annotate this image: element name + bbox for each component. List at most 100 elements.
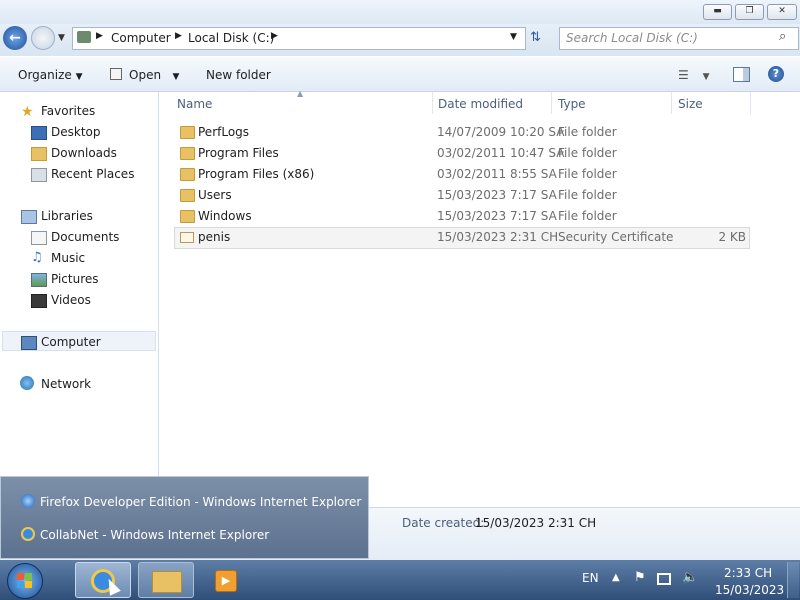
certificate-icon — [180, 232, 194, 243]
column-header-size[interactable]: Size — [678, 97, 703, 111]
search-input[interactable]: Search Local Disk (C:) — [566, 31, 698, 45]
table-row[interactable]: Program Files (x86) 03/02/2011 8:55 SA F… — [174, 164, 748, 184]
windows-logo-icon — [17, 573, 24, 580]
action-center-flag-icon[interactable]: ⚑ — [634, 570, 646, 585]
sidebar-item-music[interactable]: Music — [51, 251, 85, 265]
folder-icon — [152, 571, 182, 593]
column-header-type[interactable]: Type — [558, 97, 586, 111]
file-type: File folder — [558, 188, 617, 202]
file-name: Windows — [198, 209, 252, 223]
windows-logo-icon — [17, 581, 24, 588]
folder-icon — [180, 168, 195, 181]
sidebar-item-desktop[interactable]: Desktop — [51, 125, 101, 139]
column-divider[interactable] — [551, 92, 552, 114]
chevron-right-icon[interactable]: ▶ — [271, 31, 278, 41]
table-row-selected[interactable]: penis 15/03/2023 2:31 CH Security Certif… — [174, 227, 750, 249]
folder-icon — [180, 189, 195, 202]
window-list-item[interactable]: Firefox Developer Edition - Windows Inte… — [40, 495, 361, 509]
breadcrumb-computer[interactable]: Computer — [111, 31, 171, 45]
file-date-modified: 03/02/2011 8:55 SA — [437, 167, 557, 181]
windows-logo-icon — [25, 581, 32, 588]
sidebar-item-downloads[interactable]: Downloads — [51, 146, 117, 160]
file-size: 2 KB — [718, 230, 746, 244]
show-desktop-button[interactable] — [787, 562, 799, 598]
file-date-modified: 14/07/2009 10:20 SA — [437, 125, 565, 139]
sidebar-item-favorites[interactable]: Favorites — [41, 104, 95, 118]
clock-time[interactable]: 2:33 CH — [724, 566, 772, 580]
downloads-icon — [31, 147, 47, 161]
refresh-icon[interactable]: ⇅ — [530, 30, 541, 45]
clock-date[interactable]: 15/03/2023 — [715, 583, 784, 597]
file-type: File folder — [558, 209, 617, 223]
file-type: File folder — [558, 146, 617, 160]
back-button[interactable]: ← — [3, 26, 27, 50]
column-header-date-modified[interactable]: Date modified — [438, 97, 523, 111]
file-date-modified: 15/03/2023 7:17 SA — [437, 188, 557, 202]
sidebar-item-libraries[interactable]: Libraries — [41, 209, 93, 223]
table-row[interactable]: Program Files 03/02/2011 10:47 SA File f… — [174, 143, 748, 163]
title-bar — [0, 0, 800, 24]
file-type: File folder — [558, 125, 617, 139]
sidebar-item-recent-places[interactable]: Recent Places — [51, 167, 134, 181]
file-name: Program Files (x86) — [198, 167, 315, 181]
sidebar-item-documents[interactable]: Documents — [51, 230, 119, 244]
column-header-name[interactable]: Name — [177, 97, 212, 111]
column-divider[interactable] — [432, 92, 433, 114]
taskbar-windows-explorer[interactable] — [138, 562, 194, 598]
table-row[interactable]: Users 15/03/2023 7:17 SA File folder — [174, 185, 748, 205]
file-type: File folder — [558, 167, 617, 181]
close-button[interactable]: ✕ — [767, 4, 797, 20]
address-bar[interactable]: ▶ Computer ▶ Local Disk (C:) ▶ ▼ — [72, 27, 526, 50]
column-divider[interactable] — [750, 92, 751, 114]
favorites-star-icon: ★ — [21, 104, 34, 120]
sidebar-item-videos[interactable]: Videos — [51, 293, 91, 307]
address-dropdown-icon[interactable]: ▼ — [510, 32, 517, 42]
view-options-icon[interactable]: ☰ ▼ — [678, 68, 710, 82]
recent-pages-chevron-icon[interactable]: ▼ — [58, 33, 65, 43]
media-player-icon[interactable]: ▶ — [215, 570, 237, 592]
documents-icon — [31, 231, 47, 245]
open-icon — [110, 68, 122, 80]
open-label: Open — [129, 68, 162, 82]
network-icon — [20, 376, 34, 390]
help-icon[interactable]: ? — [768, 66, 784, 82]
language-indicator[interactable]: EN — [582, 571, 599, 585]
sidebar-item-network[interactable]: Network — [41, 377, 91, 391]
folder-icon — [180, 210, 195, 223]
new-folder-button[interactable]: New folder — [206, 68, 271, 82]
folder-icon — [180, 147, 195, 160]
forward-button[interactable] — [31, 26, 55, 50]
windows-logo-icon — [25, 573, 32, 580]
computer-location-icon — [77, 31, 91, 43]
search-box[interactable]: Search Local Disk (C:) ⌕ — [559, 27, 799, 50]
window-list-item[interactable]: CollabNet - Windows Internet Explorer — [40, 528, 269, 542]
sort-ascending-icon: ▲ — [297, 89, 304, 98]
show-hidden-icons-icon[interactable]: ▲ — [612, 572, 620, 583]
sidebar-item-pictures[interactable]: Pictures — [51, 272, 99, 286]
minimize-button[interactable]: ▬ — [703, 4, 732, 20]
preview-pane-icon[interactable] — [733, 67, 750, 82]
file-name: penis — [198, 230, 231, 244]
network-status-icon[interactable] — [657, 573, 671, 585]
music-icon: ♫ — [31, 250, 43, 265]
table-row[interactable]: Windows 15/03/2023 7:17 SA File folder — [174, 206, 748, 226]
start-button[interactable] — [7, 563, 43, 599]
column-divider[interactable] — [671, 92, 672, 114]
pictures-icon — [31, 273, 47, 287]
organize-button[interactable]: Organize ▼ — [18, 68, 83, 82]
search-icon[interactable]: ⌕ — [779, 29, 786, 44]
open-button[interactable]: Open ▼ — [129, 68, 179, 82]
chevron-right-icon[interactable]: ▶ — [96, 31, 103, 41]
breadcrumb-local-disk[interactable]: Local Disk (C:) — [188, 31, 274, 45]
volume-icon[interactable]: 🔈 — [682, 570, 698, 585]
folder-icon — [180, 126, 195, 139]
file-name: PerfLogs — [198, 125, 250, 139]
file-date-modified: 15/03/2023 7:17 SA — [437, 209, 557, 223]
file-name: Users — [198, 188, 232, 202]
sidebar-item-computer[interactable]: Computer — [41, 335, 101, 349]
firefox-developer-icon — [21, 494, 35, 508]
maximize-button[interactable]: ❐ — [735, 4, 764, 20]
chevron-right-icon[interactable]: ▶ — [175, 31, 182, 41]
chevron-down-icon: ▼ — [75, 72, 83, 82]
table-row[interactable]: PerfLogs 14/07/2009 10:20 SA File folder — [174, 122, 748, 142]
